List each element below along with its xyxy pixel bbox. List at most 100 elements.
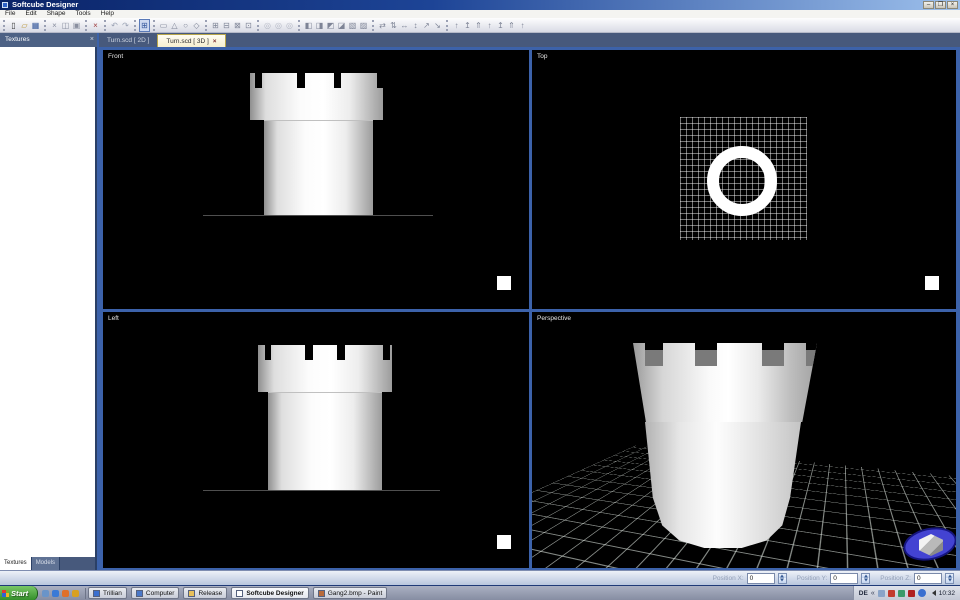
menu-help[interactable]: Help [96, 10, 119, 18]
toolbar-draw-circle-button[interactable]: ○ [180, 19, 191, 32]
textures-panel-body[interactable] [0, 47, 97, 557]
tower-body-perspective [645, 422, 801, 548]
toolbar-delete-button[interactable]: × [90, 19, 101, 32]
spinner-down-icon[interactable] [946, 578, 953, 583]
toolbar-shape-union-button[interactable]: ⊞ [210, 19, 221, 32]
document-tab-3d[interactable]: Turn.scd [ 3D ]× [157, 34, 225, 47]
tower-cross-section-ring [707, 146, 777, 216]
toolbar-face-c-button[interactable]: ◩ [325, 19, 336, 32]
spinner-down-icon[interactable] [779, 578, 786, 583]
position-spinner [861, 573, 870, 584]
keyboard-language-indicator[interactable]: DE [859, 590, 868, 597]
toolbar-copy-button[interactable]: ◫ [60, 19, 71, 32]
toolbar-extrude-5-button[interactable]: ↥ [495, 19, 506, 32]
task-button-label: Gang2.bmp - Paint [328, 590, 383, 597]
toolbar-extrude-3-button[interactable]: ⇑ [473, 19, 484, 32]
task-button-softcube-designer[interactable]: Softcube Designer [231, 587, 308, 599]
toolbar-draw-triangle-button[interactable]: △ [169, 19, 180, 32]
firefox-icon[interactable] [62, 590, 69, 597]
position-fields: Position X:0Position Y:0Position Z:0 [713, 573, 954, 584]
viewport-left-label: Left [108, 315, 119, 322]
panel-tab-textures[interactable]: Textures [0, 557, 32, 570]
toolbar-rotate-b-button[interactable]: ◎ [273, 19, 284, 32]
position-input[interactable]: 0 [914, 573, 942, 584]
tray-chevron-icon[interactable]: « [871, 590, 875, 597]
panel-close-icon[interactable]: × [90, 33, 94, 47]
toolbar-extrude-7-button[interactable]: ↑ [517, 19, 528, 32]
tab-close-icon[interactable]: × [213, 35, 217, 48]
toolbar-extrude-1-button[interactable]: ↑ [451, 19, 462, 32]
tray-app-green-icon[interactable] [898, 590, 905, 597]
toolbar-rotate-a-button[interactable]: ◎ [262, 19, 273, 32]
network-globe-icon[interactable] [918, 589, 926, 597]
toolbar-grip [3, 20, 6, 31]
toolbar-arrow-se-button[interactable]: ↘ [432, 19, 443, 32]
toolbar-redo-button[interactable]: ↷ [120, 19, 131, 32]
tray-alert-red-icon[interactable] [888, 590, 895, 597]
panel-tab-models[interactable]: Models [32, 557, 60, 570]
toolbar-rotate-c-button[interactable]: ◎ [284, 19, 295, 32]
toolbar-face-f-button[interactable]: ▨ [358, 19, 369, 32]
toolbar-extrude-4-button[interactable]: ↑ [484, 19, 495, 32]
toolbar-shape-intersect-button[interactable]: ⊠ [232, 19, 243, 32]
menu-tools[interactable]: Tools [70, 10, 95, 18]
toolbar-arrow-lr-button[interactable]: ↔ [399, 19, 410, 32]
task-button-computer[interactable]: Computer [131, 587, 180, 599]
toolbar-extrude-2-button[interactable]: ↥ [462, 19, 473, 32]
minimize-button[interactable]: – [923, 1, 934, 9]
toolbar: ▯▱▦×◫▣×↶↷⊞▭△○◇⊞⊟⊠⊡◎◎◎◧◨◩◪▧▨⇄⇅↔↕↗↘↑↥⇑↑↥⇑↑ [0, 18, 960, 33]
orientation-widget[interactable] [903, 526, 956, 564]
document-tab-2d[interactable]: Turn.scd [ 2D ] [99, 34, 157, 47]
toolbar-viewport-grid-button[interactable]: ⊞ [139, 19, 150, 32]
restore-button[interactable]: ❐ [935, 1, 946, 9]
spinner-down-icon[interactable] [862, 578, 869, 583]
toolbar-grip [372, 20, 375, 31]
position-input[interactable]: 0 [830, 573, 858, 584]
toolbar-face-b-button[interactable]: ◨ [314, 19, 325, 32]
material-preview-square[interactable] [497, 276, 511, 290]
tray-app-darkred-icon[interactable] [908, 590, 915, 597]
toolbar-arrow-ne-button[interactable]: ↗ [421, 19, 432, 32]
task-button-icon [188, 590, 195, 597]
position-label: Position Z: [880, 575, 911, 582]
menu-file[interactable]: File [0, 10, 20, 18]
toolbar-face-e-button[interactable]: ▧ [347, 19, 358, 32]
document-tab-label: Turn.scd [ 2D ] [107, 37, 149, 44]
toolbar-face-a-button[interactable]: ◧ [303, 19, 314, 32]
viewport-left[interactable]: Left [103, 312, 529, 568]
toolbar-arrow-ud-button[interactable]: ↕ [410, 19, 421, 32]
internet-explorer-icon[interactable] [52, 590, 59, 597]
toolbar-new-file-button[interactable]: ▯ [8, 19, 19, 32]
viewport-front[interactable]: Front [103, 50, 529, 309]
start-button[interactable]: Start [0, 586, 38, 600]
toolbar-draw-polygon-button[interactable]: ◇ [191, 19, 202, 32]
toolbar-open-file-button[interactable]: ▱ [19, 19, 30, 32]
material-preview-square[interactable] [497, 535, 511, 549]
toolbar-cut-button[interactable]: × [49, 19, 60, 32]
toolbar-move-horizontal-button[interactable]: ⇄ [377, 19, 388, 32]
menu-shape[interactable]: Shape [42, 10, 71, 18]
viewport-perspective[interactable]: Perspective [532, 312, 956, 568]
show-desktop-icon[interactable] [42, 590, 49, 597]
toolbar-shape-subtract-button[interactable]: ⊟ [221, 19, 232, 32]
toolbar-save-file-button[interactable]: ▦ [30, 19, 41, 32]
toolbar-draw-rect-button[interactable]: ▭ [158, 19, 169, 32]
position-input[interactable]: 0 [747, 573, 775, 584]
toolbar-move-vertical-button[interactable]: ⇅ [388, 19, 399, 32]
task-button-release[interactable]: Release [183, 587, 227, 599]
media-player-icon[interactable] [72, 590, 79, 597]
volume-icon[interactable] [929, 590, 936, 596]
menu-edit[interactable]: Edit [20, 10, 41, 18]
tray-app-blue-icon[interactable] [878, 590, 885, 597]
toolbar-shape-merge-button[interactable]: ⊡ [243, 19, 254, 32]
close-button[interactable]: × [947, 1, 958, 9]
toolbar-extrude-6-button[interactable]: ⇑ [506, 19, 517, 32]
toolbar-face-d-button[interactable]: ◪ [336, 19, 347, 32]
toolbar-paste-button[interactable]: ▣ [71, 19, 82, 32]
task-button-trillian[interactable]: Trillian [88, 587, 127, 599]
material-preview-square[interactable] [925, 276, 939, 290]
toolbar-undo-button[interactable]: ↶ [109, 19, 120, 32]
position-label: Position X: [713, 575, 744, 582]
task-button-gang2-bmp-paint[interactable]: Gang2.bmp - Paint [313, 587, 388, 599]
viewport-top[interactable]: Top [532, 50, 956, 309]
